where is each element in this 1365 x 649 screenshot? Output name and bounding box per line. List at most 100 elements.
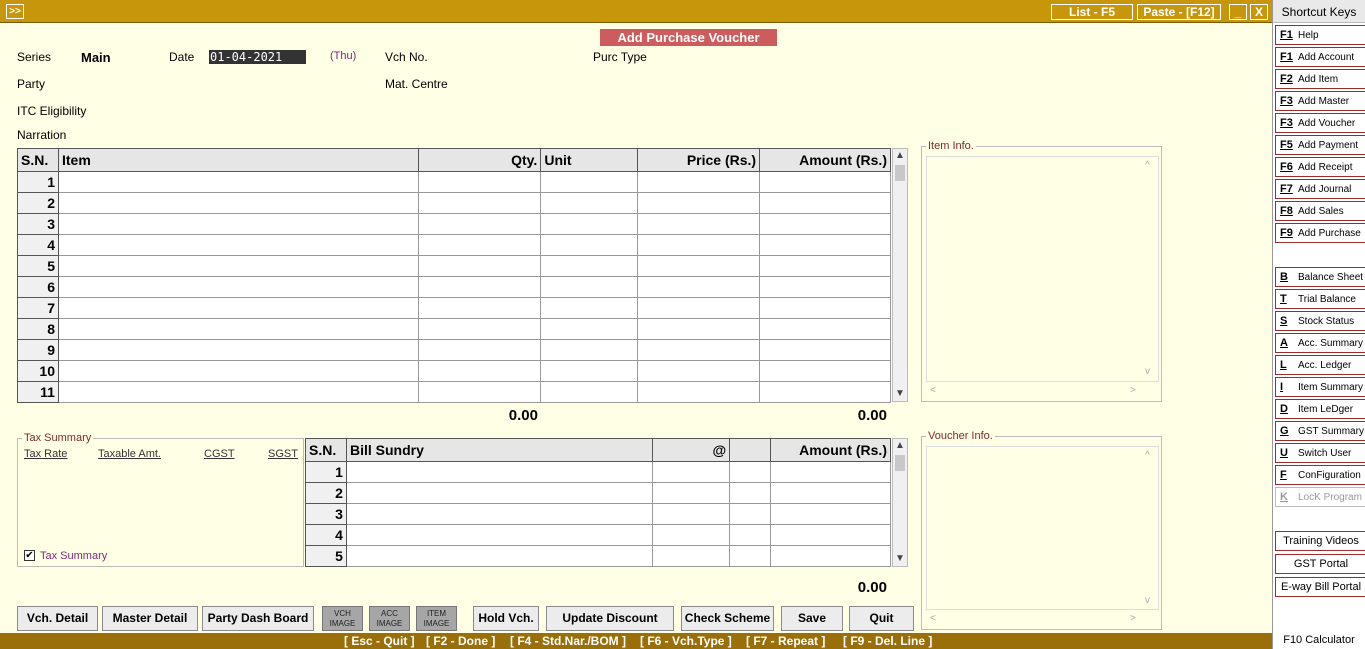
- blank-cell[interactable]: [729, 524, 772, 546]
- scroll-thumb[interactable]: [895, 455, 905, 471]
- shortcut-lock-program[interactable]: K LocK Program: [1275, 487, 1365, 507]
- blank-cell[interactable]: [729, 545, 772, 567]
- table-row[interactable]: 6: [17, 276, 891, 298]
- item-cell[interactable]: [57, 255, 420, 277]
- qty-cell[interactable]: [418, 255, 542, 277]
- unit-cell[interactable]: [540, 297, 639, 319]
- unit-cell[interactable]: [540, 255, 639, 277]
- chevron-down-icon[interactable]: v: [1145, 595, 1150, 606]
- sundry-scrollbar[interactable]: ▲ ▼: [892, 438, 908, 567]
- price-cell[interactable]: [637, 360, 761, 382]
- item-cell[interactable]: [57, 297, 420, 319]
- item-cell[interactable]: [57, 318, 420, 340]
- shortcut-switch-user[interactable]: U Switch User: [1275, 443, 1365, 463]
- shortcut-trial-balance[interactable]: T Trial Balance: [1275, 289, 1365, 309]
- amount-cell[interactable]: [759, 318, 891, 340]
- blank-cell[interactable]: [729, 482, 772, 504]
- price-cell[interactable]: [637, 171, 761, 193]
- unit-cell[interactable]: [540, 339, 639, 361]
- item-cell[interactable]: [57, 192, 420, 214]
- amount-cell[interactable]: [759, 192, 891, 214]
- chevron-left-icon[interactable]: <: [930, 385, 936, 396]
- unit-cell[interactable]: [540, 213, 639, 235]
- item-cell[interactable]: [57, 339, 420, 361]
- list-button[interactable]: List - F5: [1051, 4, 1133, 20]
- vch-image-button[interactable]: VCH IMAGE: [322, 606, 363, 631]
- chevron-up-icon[interactable]: ^: [1145, 450, 1150, 461]
- item-cell[interactable]: [57, 360, 420, 382]
- qty-cell[interactable]: [418, 171, 542, 193]
- table-row[interactable]: 9: [17, 339, 891, 361]
- amount-cell[interactable]: [770, 545, 891, 567]
- item-cell[interactable]: [57, 213, 420, 235]
- table-row[interactable]: 1: [305, 461, 891, 483]
- table-row[interactable]: 4: [305, 524, 891, 546]
- items-scrollbar[interactable]: ▲ ▼: [892, 148, 908, 402]
- amount-cell[interactable]: [770, 482, 891, 504]
- table-row[interactable]: 8: [17, 318, 891, 340]
- sundry-cell[interactable]: [345, 503, 654, 525]
- amount-cell[interactable]: [759, 255, 891, 277]
- calculator-button[interactable]: F10 Calculator: [1273, 632, 1365, 649]
- shortcut-add-master[interactable]: F3 Add Master: [1275, 91, 1365, 111]
- gst-portal-button[interactable]: GST Portal: [1275, 554, 1365, 574]
- shortcut-acc-summary[interactable]: A Acc. Summary: [1275, 333, 1365, 353]
- chevron-left-icon[interactable]: <: [930, 613, 936, 624]
- amount-cell[interactable]: [759, 297, 891, 319]
- save-button[interactable]: Save: [781, 606, 843, 631]
- shortcut-gst-summary[interactable]: G GST Summary: [1275, 421, 1365, 441]
- quit-button[interactable]: Quit: [849, 606, 914, 631]
- chevron-right-icon[interactable]: >: [1130, 385, 1136, 396]
- qty-cell[interactable]: [418, 234, 542, 256]
- amount-cell[interactable]: [759, 213, 891, 235]
- price-cell[interactable]: [637, 213, 761, 235]
- shortcut-help[interactable]: F1 Help: [1275, 25, 1365, 45]
- amount-cell[interactable]: [759, 234, 891, 256]
- rate-cell[interactable]: [652, 524, 731, 546]
- price-cell[interactable]: [637, 276, 761, 298]
- price-cell[interactable]: [637, 192, 761, 214]
- sundry-cell[interactable]: [345, 461, 654, 483]
- eway-bill-portal-button[interactable]: E-way Bill Portal: [1275, 577, 1365, 597]
- shortcut-add-sales[interactable]: F8 Add Sales: [1275, 201, 1365, 221]
- qty-cell[interactable]: [418, 297, 542, 319]
- unit-cell[interactable]: [540, 276, 639, 298]
- qty-cell[interactable]: [418, 360, 542, 382]
- table-row[interactable]: 5: [17, 255, 891, 277]
- scroll-up-icon[interactable]: ▲: [893, 439, 907, 453]
- scroll-up-icon[interactable]: ▲: [893, 149, 907, 163]
- shortcut-add-account[interactable]: F1 Add Account: [1275, 47, 1365, 67]
- amount-cell[interactable]: [770, 503, 891, 525]
- amount-cell[interactable]: [759, 276, 891, 298]
- shortcut-configuration[interactable]: F ConFiguration: [1275, 465, 1365, 485]
- amount-cell[interactable]: [759, 339, 891, 361]
- tax-summary-checkbox[interactable]: ✔: [24, 550, 35, 561]
- unit-cell[interactable]: [540, 234, 639, 256]
- hold-vch-button[interactable]: Hold Vch.: [473, 606, 539, 631]
- amount-cell[interactable]: [759, 171, 891, 193]
- shortcut-add-journal[interactable]: F7 Add Journal: [1275, 179, 1365, 199]
- paste-button[interactable]: Paste - [F12]: [1137, 4, 1221, 20]
- chevron-up-icon[interactable]: ^: [1145, 160, 1150, 171]
- unit-cell[interactable]: [540, 192, 639, 214]
- table-row[interactable]: 2: [305, 482, 891, 504]
- scroll-down-icon[interactable]: ▼: [893, 387, 907, 401]
- price-cell[interactable]: [637, 339, 761, 361]
- minimize-button[interactable]: _: [1229, 4, 1247, 20]
- unit-cell[interactable]: [540, 360, 639, 382]
- shortcut-add-item[interactable]: F2 Add Item: [1275, 69, 1365, 89]
- table-row[interactable]: 5: [305, 545, 891, 567]
- table-row[interactable]: 2: [17, 192, 891, 214]
- shortcut-balance-sheet[interactable]: B Balance Sheet: [1275, 267, 1365, 287]
- table-row[interactable]: 3: [17, 213, 891, 235]
- qty-cell[interactable]: [418, 339, 542, 361]
- check-scheme-button[interactable]: Check Scheme: [681, 606, 774, 631]
- close-button[interactable]: X: [1250, 4, 1268, 20]
- price-cell[interactable]: [637, 297, 761, 319]
- sundry-cell[interactable]: [345, 545, 654, 567]
- amount-cell[interactable]: [770, 461, 891, 483]
- qty-cell[interactable]: [418, 213, 542, 235]
- scroll-down-icon[interactable]: ▼: [893, 552, 907, 566]
- unit-cell[interactable]: [540, 318, 639, 340]
- qty-cell[interactable]: [418, 276, 542, 298]
